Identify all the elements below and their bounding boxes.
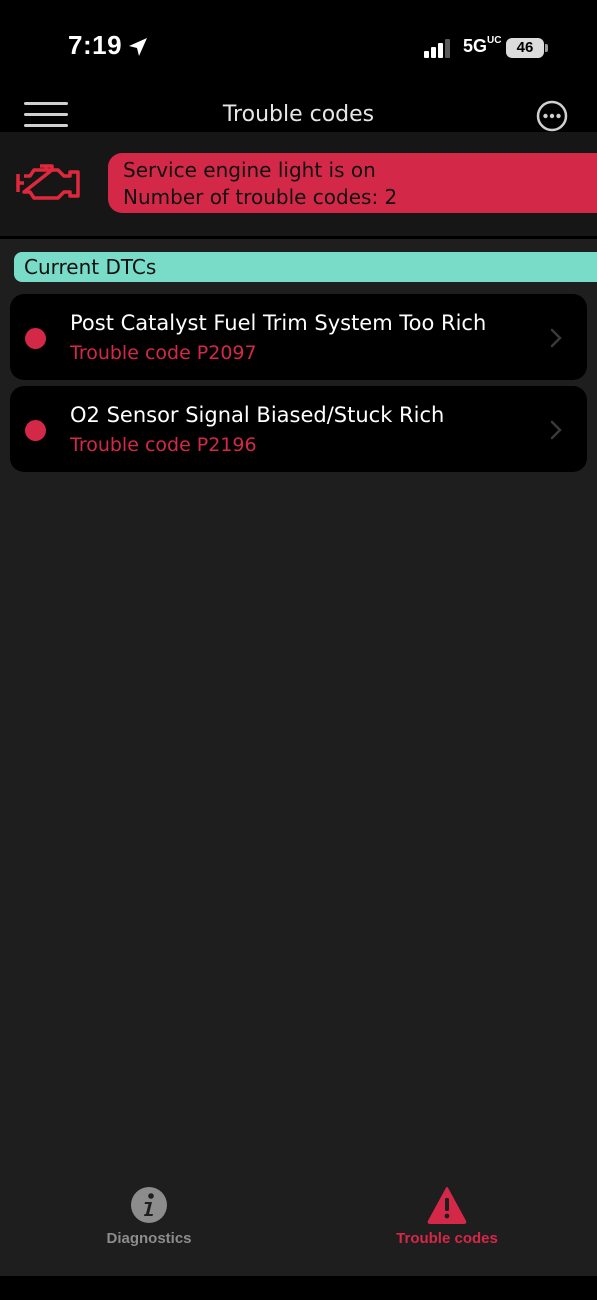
battery-icon: 46 (506, 38, 544, 58)
dtc-row[interactable]: O2 Sensor Signal Biased/Stuck Rich Troub… (10, 386, 587, 472)
warning-icon (427, 1187, 467, 1224)
alert-line-count: Number of trouble codes: 2 (123, 185, 398, 209)
app-screen: 7:19 5GUC 46 Trouble codes Service engin… (0, 0, 597, 1300)
dtc-title: O2 Sensor Signal Biased/Stuck Rich (70, 403, 445, 427)
status-dot-icon (25, 328, 46, 349)
dtc-code: Trouble code P2196 (70, 434, 257, 456)
status-bar: 7:19 5GUC 46 (0, 0, 597, 92)
network-type: 5GUC (463, 35, 502, 57)
chevron-right-icon (550, 420, 562, 440)
tab-bar: Diagnostics Trouble codes (0, 1170, 597, 1276)
page-title: Trouble codes (222, 102, 375, 127)
status-time: 7:19 (68, 30, 123, 60)
home-indicator-area (0, 1276, 597, 1300)
dtc-row[interactable]: Post Catalyst Fuel Trim System Too Rich … (10, 294, 587, 380)
check-engine-icon (16, 164, 80, 200)
alert-line-status: Service engine light is on (123, 158, 376, 182)
tab-label: Diagnostics (106, 1230, 192, 1247)
tab-diagnostics[interactable]: Diagnostics (49, 1186, 249, 1256)
dtc-list: Post Catalyst Fuel Trim System Too Rich … (10, 294, 587, 478)
more-options-icon[interactable] (536, 100, 568, 132)
info-icon (131, 1187, 167, 1223)
chevron-right-icon (550, 328, 562, 348)
status-dot-icon (25, 420, 46, 441)
location-arrow-icon (129, 38, 147, 56)
tab-label: Trouble codes (396, 1230, 498, 1247)
nav-bar: Trouble codes (0, 92, 597, 132)
dtc-code: Trouble code P2097 (70, 342, 257, 364)
cellular-signal-icon (424, 39, 450, 58)
battery-nub (545, 44, 548, 52)
dtc-title: Post Catalyst Fuel Trim System Too Rich (70, 311, 487, 335)
engine-status-banner: Service engine light is on Number of tro… (0, 132, 597, 239)
section-header-current-dtcs: Current DTCs (14, 252, 597, 282)
tab-trouble-codes[interactable]: Trouble codes (347, 1186, 547, 1256)
alert-message: Service engine light is on Number of tro… (108, 153, 597, 213)
